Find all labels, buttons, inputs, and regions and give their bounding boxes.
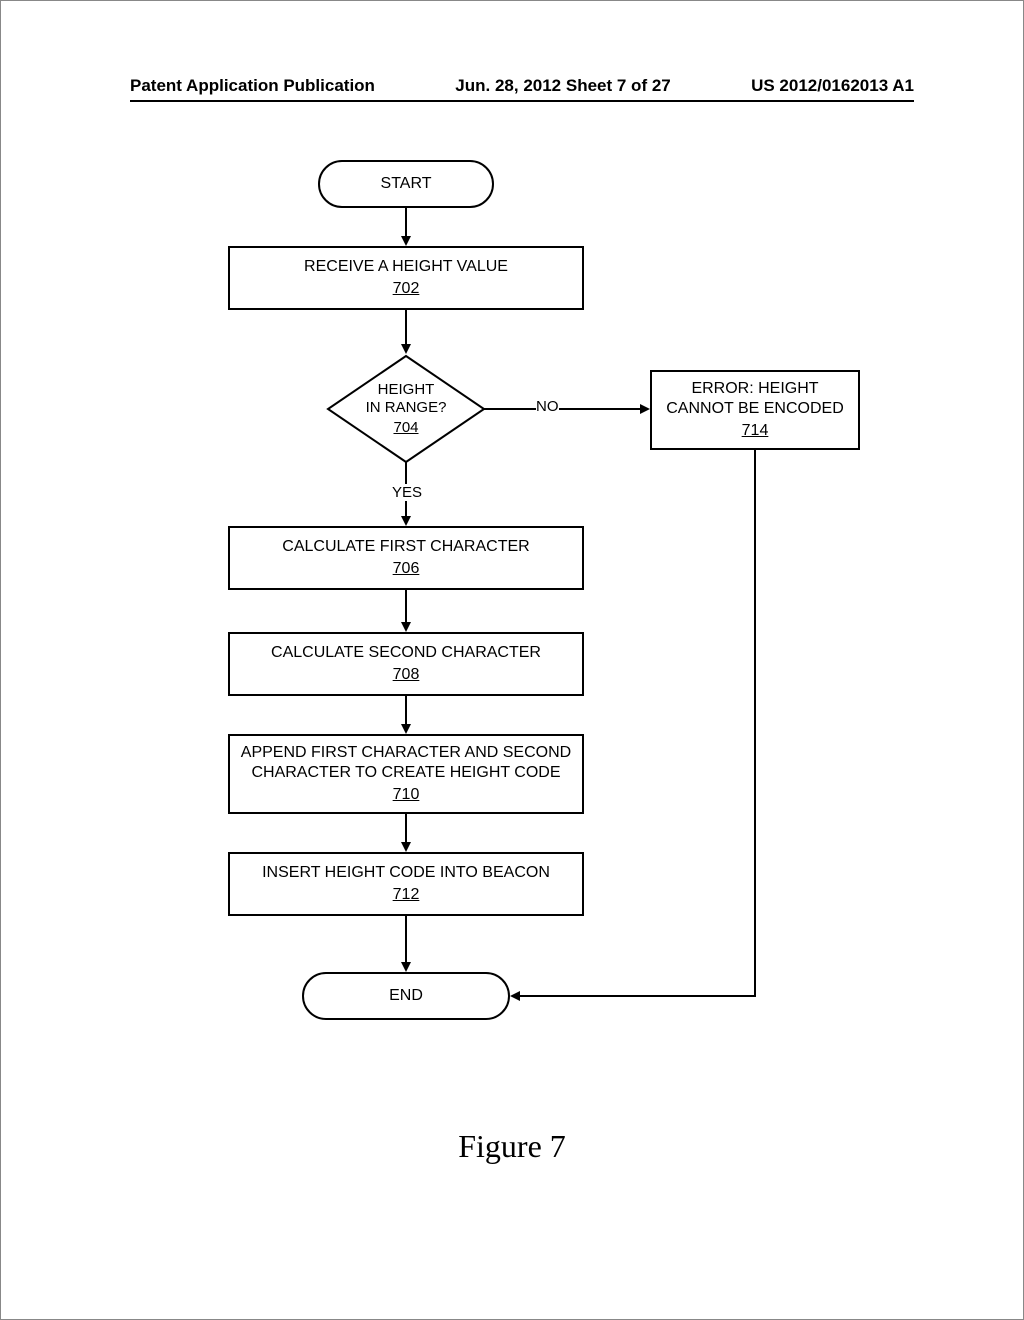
flowchart: START RECEIVE A HEIGHT VALUE 702 HEIGHT …: [0, 160, 1024, 1160]
node-text: CALCULATE SECOND CHARACTER: [271, 643, 541, 663]
arrow: [754, 450, 756, 996]
arrow: [405, 814, 407, 844]
error-node: ERROR: HEIGHT CANNOT BE ENCODED 714: [650, 370, 860, 450]
arrowhead-icon: [401, 622, 411, 632]
arrow: [405, 590, 407, 624]
node-ref: 714: [742, 421, 769, 441]
arrow: [405, 208, 407, 238]
node-text: CALCULATE FIRST CHARACTER: [282, 537, 529, 557]
arrowhead-icon: [401, 236, 411, 246]
node-ref: 706: [393, 559, 420, 579]
node-text: RECEIVE A HEIGHT VALUE: [304, 257, 508, 277]
arrowhead-icon: [401, 842, 411, 852]
d-l2: IN RANGE?: [366, 399, 447, 417]
arrowhead-icon: [510, 991, 520, 1001]
no-label: NO: [536, 398, 559, 415]
calc-first-node: CALCULATE FIRST CHARACTER 706: [228, 526, 584, 590]
arrowhead-icon: [401, 344, 411, 354]
arrowhead-icon: [401, 516, 411, 526]
d-l1: HEIGHT: [378, 381, 435, 399]
node-l1: ERROR: HEIGHT: [691, 379, 818, 399]
node-l2: CANNOT BE ENCODED: [666, 399, 844, 419]
header-left: Patent Application Publication: [130, 76, 375, 96]
start-node: START: [318, 160, 494, 208]
arrow: [405, 916, 407, 964]
insert-beacon-node: INSERT HEIGHT CODE INTO BEACON 712: [228, 852, 584, 916]
node-l2: CHARACTER TO CREATE HEIGHT CODE: [251, 763, 560, 783]
yes-label: YES: [392, 484, 422, 501]
node-text: INSERT HEIGHT CODE INTO BEACON: [262, 863, 550, 883]
start-label: START: [381, 175, 432, 193]
append-node: APPEND FIRST CHARACTER AND SECOND CHARAC…: [228, 734, 584, 814]
node-ref: 704: [393, 419, 418, 437]
node-ref: 710: [393, 785, 420, 805]
height-in-range-decision: HEIGHT IN RANGE? 704: [326, 354, 486, 464]
header-center: Jun. 28, 2012 Sheet 7 of 27: [455, 76, 670, 96]
end-label: END: [389, 987, 423, 1005]
node-ref: 702: [393, 279, 420, 299]
node-l1: APPEND FIRST CHARACTER AND SECOND: [241, 743, 571, 763]
node-ref: 708: [393, 665, 420, 685]
arrowhead-icon: [401, 724, 411, 734]
calc-second-node: CALCULATE SECOND CHARACTER 708: [228, 632, 584, 696]
node-ref: 712: [393, 885, 420, 905]
arrow: [484, 408, 642, 410]
end-node: END: [302, 972, 510, 1020]
figure-caption: Figure 7: [0, 1128, 1024, 1165]
header-right: US 2012/0162013 A1: [751, 76, 914, 96]
page-header: Patent Application Publication Jun. 28, …: [130, 76, 914, 102]
arrowhead-icon: [401, 962, 411, 972]
arrowhead-icon: [640, 404, 650, 414]
diamond-text: HEIGHT IN RANGE? 704: [326, 354, 486, 464]
arrow: [405, 696, 407, 726]
receive-height-node: RECEIVE A HEIGHT VALUE 702: [228, 246, 584, 310]
arrow: [405, 310, 407, 346]
arrow: [520, 995, 756, 997]
